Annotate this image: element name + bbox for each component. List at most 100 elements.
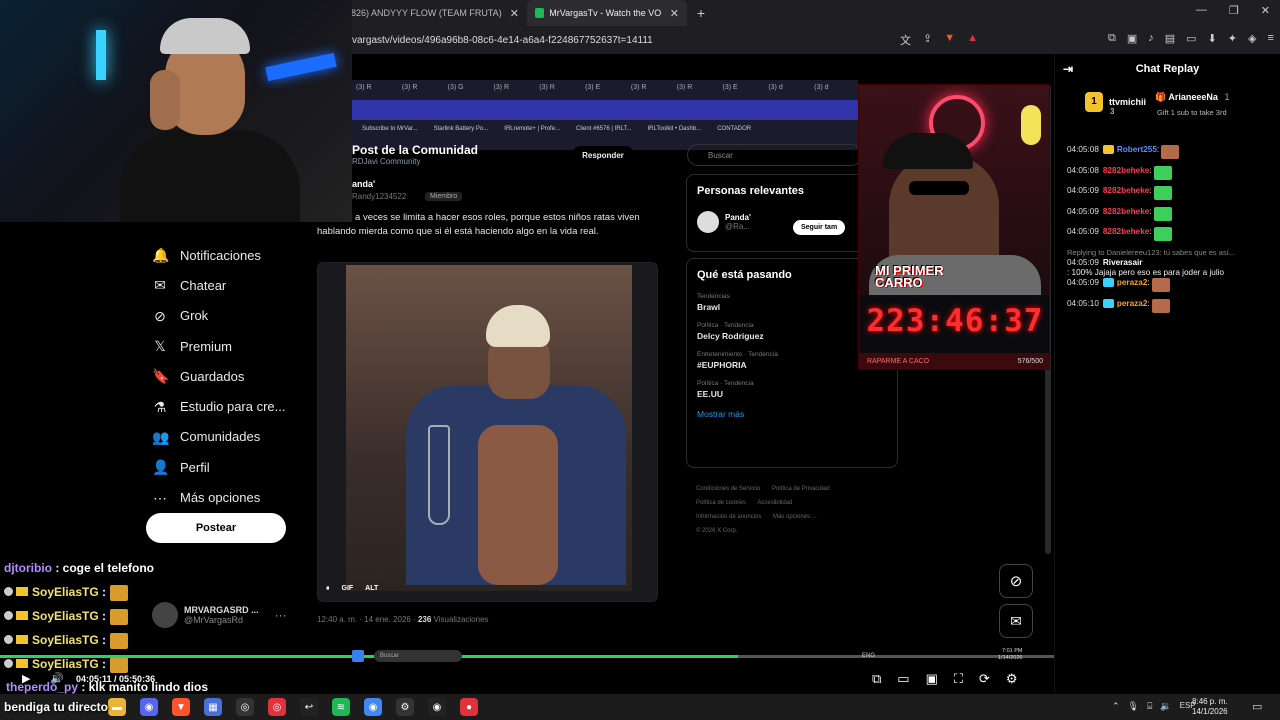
discord-icon[interactable]: ◉ [140,698,158,716]
gif-chest [478,425,558,585]
obs-studio-icon[interactable]: ◉ [428,698,446,716]
overlay-chat-line: SoyEliasTG : [4,582,304,606]
trend-category: Política · Tendencia [697,380,754,387]
extensions-icon[interactable]: ⧉ [1108,32,1116,45]
tab-label: MrVargasTv - Watch the VOD [549,8,662,18]
brave-shield-icon[interactable]: ▼ [944,32,955,48]
theatre-icon[interactable]: ▣ [926,671,938,687]
nav-label: Más opciones [180,490,261,506]
clip-icon[interactable]: ⧉ [872,671,881,687]
gifter-count: 3 [1110,107,1115,116]
settings-icon[interactable]: ⚙ [396,698,414,716]
emote-icon [1151,277,1170,292]
wallet-icon[interactable]: ▭ [1186,32,1196,45]
download-icon[interactable]: ⬇ [1208,32,1217,45]
vpn-icon[interactable]: ◈ [1248,32,1256,45]
message-user[interactable]: 8282beheke [1103,186,1149,196]
new-tab-button[interactable]: + [697,5,705,21]
file-explorer-icon[interactable]: ▬ [108,698,126,716]
inner-tab: (3) E [722,84,738,91]
miniplayer-icon[interactable]: ▭ [897,671,909,687]
overlay-text: : [98,585,107,599]
app-record-icon[interactable]: ● [460,698,478,716]
time-display: 04:05:11 / 05:50:36 [76,674,155,684]
calculator-icon[interactable]: ▦ [204,698,222,716]
neon-light [265,52,337,82]
inner-tab: (3) E [585,84,601,91]
settings-icon[interactable]: ⚙ [1006,671,1018,687]
relevant-user-name: Panda' [725,213,751,222]
clock-date: 14/1/2026 [1192,707,1228,716]
overlay-text: : [98,633,107,647]
avatar [697,211,719,233]
screenshot-icon[interactable]: ▣ [1127,32,1137,45]
post-button: Postear [146,513,286,543]
overlay-user: SoyEliasTG [32,585,99,599]
collapse-chat-icon[interactable]: ⇥ [1063,62,1073,76]
relevant-user-handle: @Ra... [725,222,751,231]
message-user[interactable]: 8282beheke [1103,227,1149,237]
overlay-text: : coge el telefono [52,561,155,575]
brave-icon[interactable]: ▼ [172,698,190,716]
footer-link: Información de anuncios [696,514,762,520]
volume-icon[interactable]: 🔉 [1160,701,1171,712]
message-user[interactable]: peraza2 [1117,278,1148,288]
brave-rewards-icon[interactable]: ▲ [967,32,978,48]
message-user[interactable]: peraza2 [1117,299,1148,309]
app-arrow-icon[interactable]: ↩ [300,698,318,716]
fullscreen-icon[interactable]: ⛶ [954,671,963,687]
message-text: : [1149,186,1152,196]
follow-button: Seguir tam [793,220,846,235]
inner-address-bar [352,100,858,120]
tab-andyyy[interactable]: (826) ANDYYY FLOW (TEAM FRUTA) ✕ [340,0,527,26]
spotify-icon[interactable]: ≋ [332,698,350,716]
crown-icon [16,587,28,596]
play-icon[interactable]: ▶ [22,672,30,685]
overlay-chat-line: SoyEliasTG : [4,606,304,630]
translate-icon[interactable]: 文 [900,32,911,48]
gift-recipient[interactable]: 🎁 ArianeeeNa 1 [1155,92,1229,103]
close-window-button[interactable]: ✕ [1261,4,1270,17]
share-icon[interactable]: ⇪ [923,32,932,48]
bookmark: Subscribe to MrVar... [362,126,418,132]
message-user[interactable]: 8282beheke [1103,166,1149,176]
top-gifter[interactable]: 1 ttvmichii 3 [1085,92,1146,116]
message-user[interactable]: Robert255 [1117,145,1157,155]
overlay-text: : [98,609,107,623]
gift-cta[interactable]: Gift 1 sub to take 3rd [1157,108,1227,117]
post-views-label: Visualizaciones [431,615,489,624]
tab-mrvargas[interactable]: MrVargasTv - Watch the VOD ✕ [526,0,687,26]
autoplay-icon[interactable]: ⟳ [979,671,990,687]
menu-icon[interactable]: ≡ [1267,32,1273,45]
minimize-button[interactable]: — [1196,4,1207,17]
emote-icon [1153,206,1172,221]
sidebar-icon[interactable]: ▤ [1165,32,1175,45]
restore-button[interactable]: ❐ [1229,4,1239,17]
leo-icon[interactable]: ✦ [1228,32,1237,45]
close-icon[interactable]: ✕ [670,7,679,20]
more-options-icon: ⋯ [153,489,167,506]
network-icon[interactable]: ⌸ [1147,701,1152,712]
chat-header: ⇥ Chat Replay [1055,54,1280,84]
overlay-user: SoyEliasTG [32,633,99,647]
volume-icon[interactable]: 🔊 [50,672,64,685]
chevron-up-icon[interactable]: ⌃ [1112,701,1120,712]
system-clock[interactable]: 8:46 p. m. 14/1/2026 [1192,697,1228,717]
chrome-icon[interactable]: ◉ [364,698,382,716]
close-icon[interactable]: ✕ [510,7,519,20]
message-text: : 100% Jajaja pero eso es para joder a j… [1067,267,1225,277]
app-red-icon[interactable]: ◎ [268,698,286,716]
notification-icon[interactable]: ▭ [1252,700,1262,713]
message-user[interactable]: Riverasair [1103,258,1143,268]
mic-icon[interactable]: 🎙 [1128,701,1139,712]
streamer-body [120,130,300,222]
music-icon[interactable]: ♪ [1148,32,1154,45]
taskbar-apps: ▬ ◉ ▼ ▦ ◎ ◎ ↩ ≋ ◉ ⚙ ◉ ● [108,698,478,716]
player-controls: ▶ 🔊 04:05:11 / 05:50:36 ⧉ ▭ ▣ ⛶ ⟳ ⚙ [0,666,1054,692]
neon-light [96,30,106,80]
bookmark: CONTADOR [717,126,752,132]
obs-icon[interactable]: ◎ [236,698,254,716]
message-user[interactable]: 8282beheke [1103,207,1149,217]
streamer-hand [150,70,180,130]
inner-tab: (3) d [768,84,783,91]
